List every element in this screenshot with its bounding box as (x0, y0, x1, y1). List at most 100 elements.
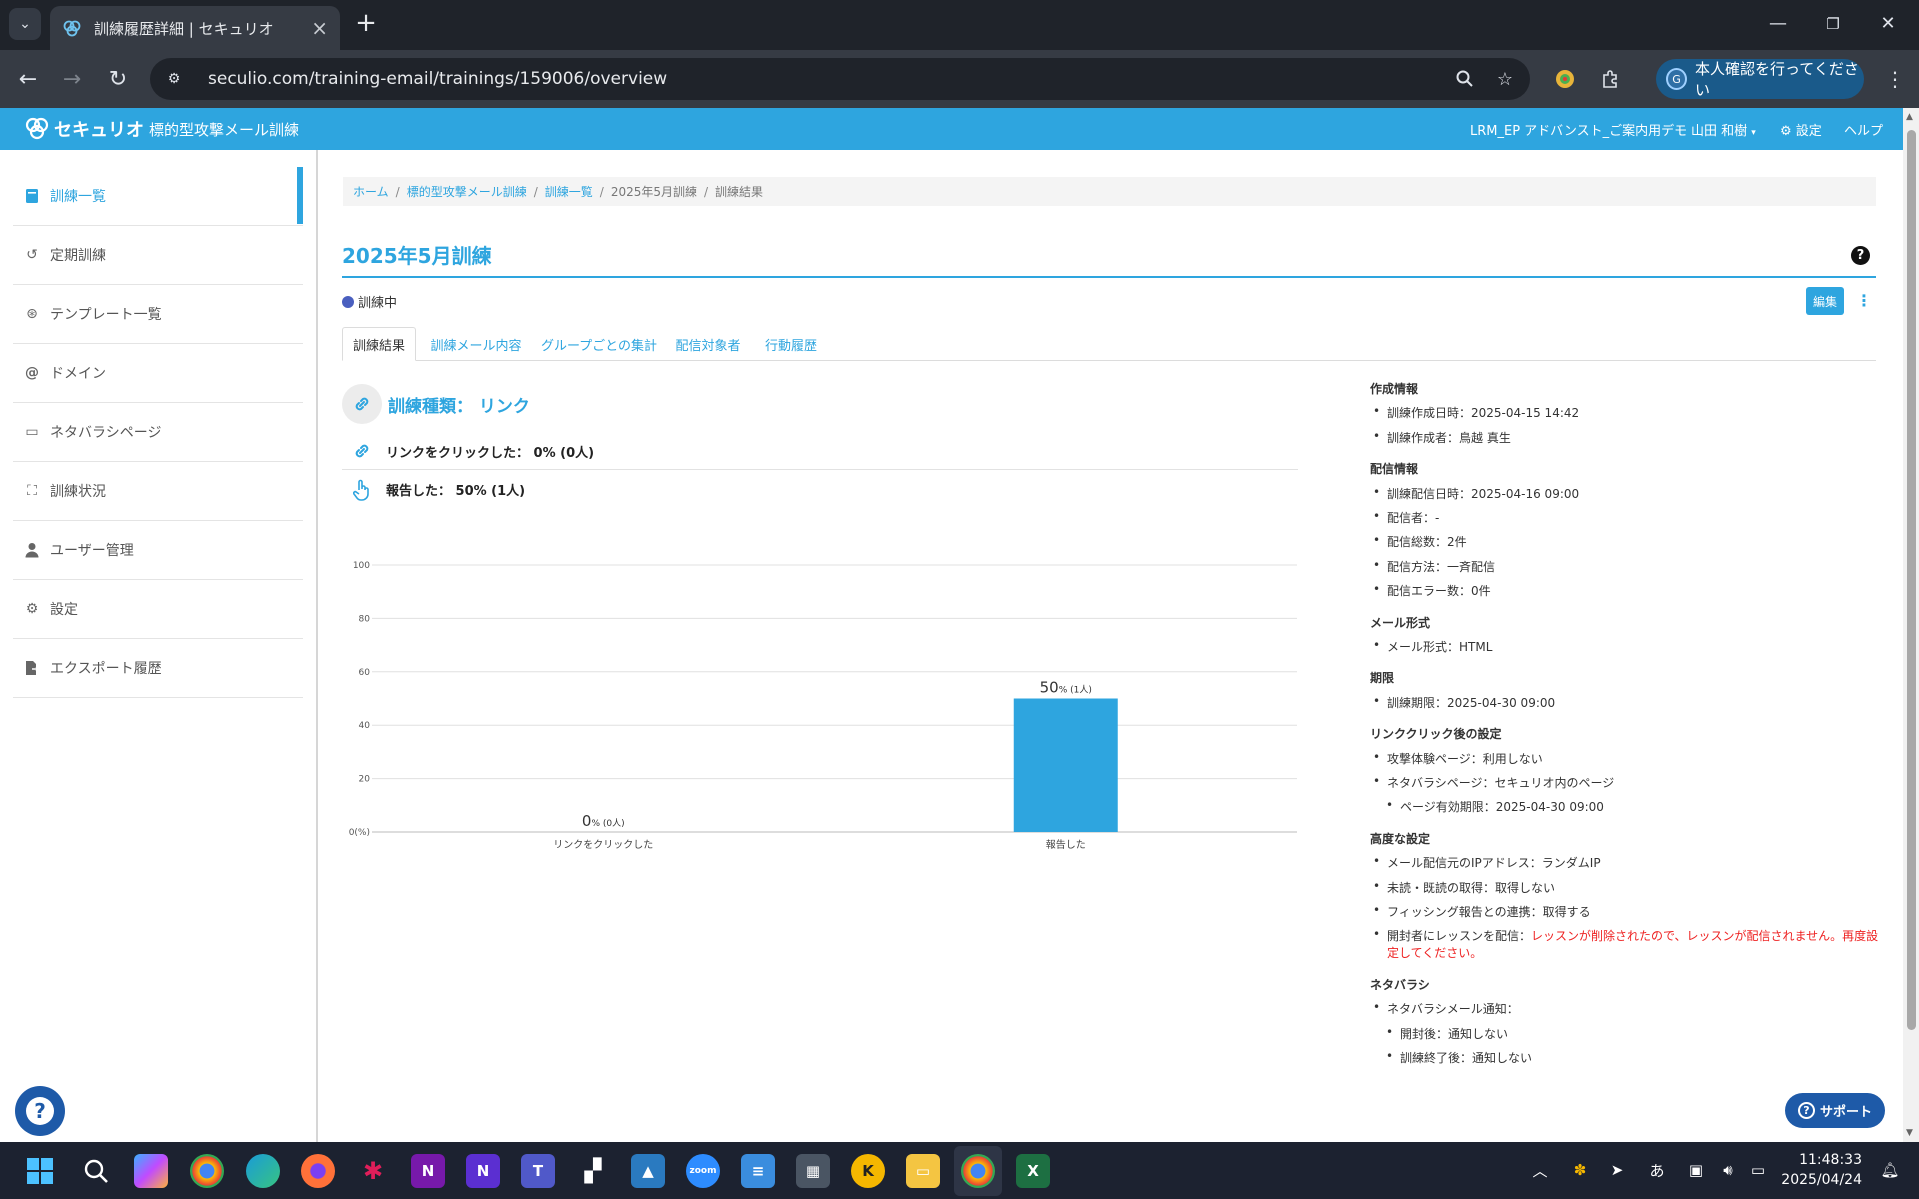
send-arrow-icon[interactable]: ➤ (1605, 1158, 1629, 1182)
app-header: セキュリオ 標的型攻撃メール訓練 LRM_EP アドバンスト_ご案内用デモ 山田… (0, 108, 1903, 150)
profile-avatar: G (1666, 68, 1688, 90)
chrome-icon[interactable] (190, 1154, 224, 1188)
windows-start-icon[interactable] (23, 1154, 57, 1188)
site-settings-icon[interactable]: ⚙ (162, 67, 186, 91)
breadcrumb-home[interactable]: ホーム (353, 183, 389, 200)
info-item-text: 配信者：- (1387, 511, 1440, 525)
app-grid-icon[interactable]: ▞ (576, 1154, 610, 1188)
status-text: 訓練中 (358, 296, 398, 311)
org-name-link[interactable]: LRM_EP アドバンスト_ご案内用デモ (1470, 120, 1687, 139)
sidebar-item-training-list[interactable]: 訓練一覧 (13, 167, 303, 226)
sidebar-item-settings[interactable]: ⚙ 設定 (13, 580, 303, 639)
zoom-app-icon[interactable]: zoom (686, 1154, 720, 1188)
tab-close-icon[interactable]: × (311, 16, 328, 40)
scroll-down-arrow-icon[interactable]: ▼ (1906, 1128, 1916, 1138)
restore-button[interactable]: ❐ (1815, 10, 1851, 38)
profile-verify-button[interactable]: G 本人確認を行ってください (1656, 59, 1864, 99)
status-badge: 訓練中 (342, 292, 397, 311)
breadcrumb-phishing-training[interactable]: 標的型攻撃メール訓練 (407, 183, 527, 200)
breadcrumb-training-list[interactable]: 訓練一覧 (545, 183, 593, 200)
window-close-button[interactable]: ✕ (1870, 10, 1906, 38)
zoom-icon[interactable] (1450, 64, 1480, 94)
chart-bar[interactable] (1013, 698, 1118, 833)
sidebar-item-templates[interactable]: ⊛ テンプレート一覧 (13, 285, 303, 344)
user-menu[interactable]: 山田 和樹 ▾ (1691, 120, 1756, 139)
back-button[interactable]: ← (12, 64, 44, 96)
tab-group-summary[interactable]: グループごとの集計 (538, 327, 660, 361)
breadcrumb-separator: / (533, 184, 538, 199)
support-button[interactable]: ? サポート (1785, 1093, 1885, 1128)
minimize-button[interactable]: — (1760, 10, 1796, 38)
chart-data-label: 50% (1人) (1040, 679, 1092, 697)
bookmark-star-icon[interactable]: ☆ (1490, 64, 1520, 94)
group-icon: ⛶ (27, 483, 37, 499)
new-tab-button[interactable]: + (352, 10, 380, 38)
forward-button[interactable]: → (56, 64, 88, 96)
sidebar-item-training-status[interactable]: ⛶ 訓練状況 (13, 462, 303, 521)
profile-verify-label: 本人確認を行ってください (1695, 60, 1859, 99)
hand-pointer-icon (342, 479, 382, 501)
user-name: 山田 和樹 (1691, 124, 1748, 139)
seculio-logo-icon (25, 117, 49, 140)
data-label-value: 0 (582, 812, 592, 830)
help-link[interactable]: ヘルプ (1844, 120, 1883, 139)
sidebar-item-reveal-page[interactable]: ▭ ネタバラシページ (13, 403, 303, 462)
battery-icon[interactable]: ▭ (1746, 1158, 1770, 1182)
info-item-text: 開封者にレッスンを配信： (1387, 929, 1532, 944)
metric-link-clicked: リンクをクリックした： 0% (0人) (342, 433, 1298, 470)
teams-icon[interactable]: T (521, 1154, 555, 1188)
slack-icon[interactable]: ✱ (356, 1154, 390, 1188)
sidebar-item-domain[interactable]: @ ドメイン (13, 344, 303, 403)
browser-menu-icon[interactable]: ⋮ (1880, 64, 1910, 94)
info-list-item: ネタバラシメール通知： (1373, 1000, 1519, 1017)
template-icon: ⊛ (26, 306, 38, 322)
tab-results[interactable]: 訓練結果 (342, 327, 416, 361)
copilot-icon[interactable] (134, 1154, 168, 1188)
firefox-icon[interactable] (301, 1154, 335, 1188)
tab-search-button[interactable]: ⌄ (9, 8, 41, 40)
onenote-icon[interactable]: N (411, 1154, 445, 1188)
breadcrumb-current: 訓練結果 (715, 185, 764, 199)
settings-link[interactable]: ⚙ 設定 (1780, 120, 1822, 139)
info-section-heading: ネタバラシ (1370, 977, 1430, 992)
notepad-icon[interactable]: ≡ (741, 1154, 775, 1188)
tab-mail-content[interactable]: 訓練メール内容 (422, 327, 530, 361)
more-options-icon[interactable]: ⋮ (1856, 288, 1872, 314)
show-hidden-icons-chevron-icon[interactable]: ︿ (1528, 1158, 1552, 1182)
scrollbar-thumb[interactable] (1907, 130, 1916, 1030)
scroll-up-arrow-icon[interactable]: ▲ (1906, 112, 1916, 122)
sidebar-item-recurring-training[interactable]: ↺ 定期訓練 (13, 226, 303, 285)
creative-app-icon[interactable]: N (466, 1154, 500, 1188)
calculator-icon[interactable]: ▦ (796, 1154, 830, 1188)
extensions-puzzle-icon[interactable] (1595, 64, 1625, 94)
url-text[interactable]: seculio.com/training-email/trainings/159… (208, 69, 1450, 89)
browser-tab[interactable]: 訓練履歴詳細 | セキュリオ × (50, 6, 340, 50)
ime-mode-indicator[interactable]: あ (1645, 1158, 1669, 1182)
edit-button[interactable]: 編集 (1806, 287, 1844, 315)
link-icon (342, 441, 382, 461)
tab-activity-history[interactable]: 行動履歴 (756, 327, 826, 361)
volume-icon[interactable]: 🔊︎ (1716, 1158, 1740, 1182)
search-icon[interactable] (79, 1154, 113, 1188)
help-question-icon[interactable]: ? (1851, 246, 1870, 265)
keeper-tray-icon[interactable]: ✽ (1568, 1158, 1592, 1182)
edge-icon[interactable] (246, 1154, 280, 1188)
help-chat-button[interactable]: ? (15, 1086, 65, 1136)
network-icon[interactable]: ▣ (1684, 1158, 1708, 1182)
extension-colorful-icon[interactable] (1550, 64, 1580, 94)
seculio-logo[interactable]: セキュリオ (24, 116, 144, 142)
photos-icon[interactable]: ▲ (631, 1154, 665, 1188)
taskbar-clock[interactable]: 11:48:33 2025/04/24 (1774, 1150, 1862, 1190)
page-scrollbar[interactable]: ▲ ▼ (1903, 108, 1919, 1142)
chart-svg: 0(%) 20 40 60 80 100 0% (0人) リンクをクリックした 50% (1人)… (349, 561, 1297, 851)
address-bar[interactable]: ⚙ seculio.com/training-email/trainings/1… (150, 58, 1530, 100)
sidebar-item-export-history[interactable]: エクスポート履歴 (13, 639, 303, 698)
tab-recipients[interactable]: 配信対象者 (668, 327, 748, 361)
keeper-icon[interactable]: K (851, 1154, 885, 1188)
excel-icon[interactable]: X (1016, 1154, 1050, 1188)
reload-button[interactable]: ↻ (102, 64, 134, 96)
notification-bell-icon[interactable]: 🔔︎ (1878, 1158, 1902, 1182)
chrome-active-icon[interactable] (961, 1154, 995, 1188)
file-explorer-icon[interactable]: ▭ (906, 1154, 940, 1188)
sidebar-item-user-management[interactable]: ユーザー管理 (13, 521, 303, 580)
